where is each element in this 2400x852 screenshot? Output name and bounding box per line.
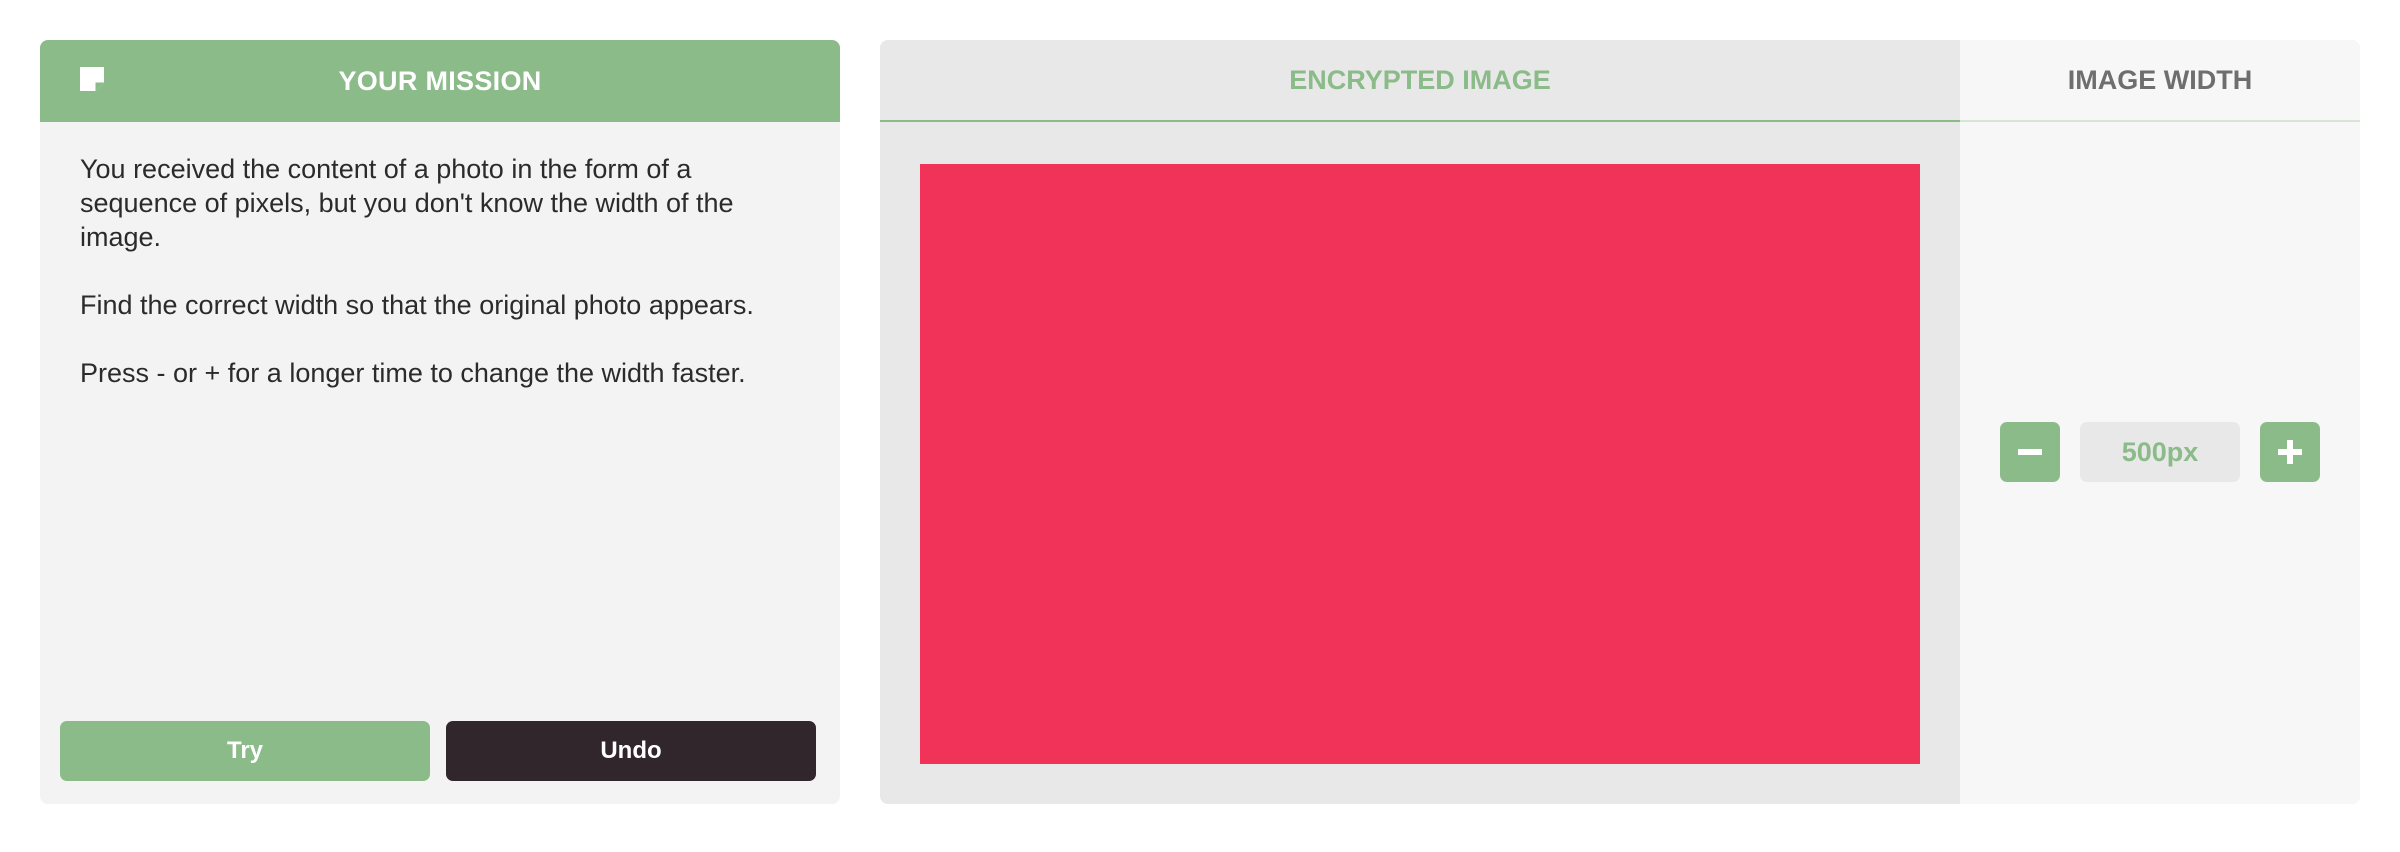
minus-icon: [2018, 449, 2042, 455]
try-button[interactable]: Try: [60, 721, 430, 781]
plus-icon: [2278, 440, 2302, 464]
mission-instructions: You received the content of a photo in t…: [80, 152, 810, 424]
sticky-note-icon: [80, 67, 104, 91]
tab-encrypted-image[interactable]: ENCRYPTED IMAGE: [880, 40, 1960, 122]
workspace-panel: ENCRYPTED IMAGE IMAGE WIDTH 500px: [880, 40, 2360, 804]
instruction-paragraph: You received the content of a photo in t…: [80, 154, 734, 252]
page: YOUR MISSION You received the content of…: [0, 0, 2400, 852]
instruction-paragraph: Press - or + for a longer time to change…: [80, 358, 746, 388]
decrease-width-button[interactable]: [2000, 422, 2060, 482]
tab-image-width[interactable]: IMAGE WIDTH: [1960, 40, 2360, 122]
increase-width-button[interactable]: [2260, 422, 2320, 482]
mission-title: YOUR MISSION: [338, 65, 542, 96]
image-width-panel: IMAGE WIDTH 500px: [1960, 40, 2360, 804]
instruction-paragraph: Find the correct width so that the origi…: [80, 290, 754, 320]
undo-button[interactable]: Undo: [446, 721, 816, 781]
width-value-display: 500px: [2080, 422, 2240, 482]
mission-header: YOUR MISSION: [40, 40, 840, 122]
mission-panel: YOUR MISSION You received the content of…: [40, 40, 840, 804]
encrypted-image: [920, 164, 1920, 764]
